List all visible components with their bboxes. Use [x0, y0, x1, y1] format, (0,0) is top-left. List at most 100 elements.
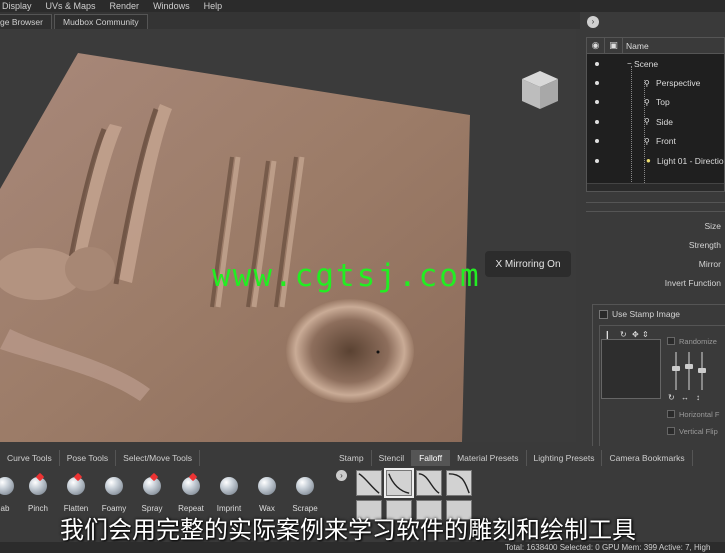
tab-stamp[interactable]: Stamp	[332, 450, 372, 466]
list-item[interactable]: ⚲ Top	[587, 93, 724, 112]
object-list-header: ◉ ▣ Name	[587, 38, 724, 54]
list-item[interactable]: − Scene	[587, 54, 724, 73]
visibility-eye-icon[interactable]: ◉	[587, 38, 605, 54]
up-down-icon[interactable]: ⇕	[642, 330, 649, 339]
visibility-dot[interactable]	[595, 139, 599, 144]
use-stamp-checkbox[interactable]	[599, 310, 608, 319]
tool-foamy[interactable]: Foamy	[97, 474, 131, 514]
camera-icon: ⚲	[644, 78, 650, 88]
slider-knob[interactable]	[698, 368, 706, 373]
visibility-dot[interactable]	[595, 119, 599, 124]
stamp-slider[interactable]	[688, 352, 690, 390]
list-item[interactable]: ⚲ Perspective	[587, 73, 724, 92]
falloff-curve-3[interactable]	[416, 470, 442, 496]
tab-select-move-tools[interactable]: Select/Move Tools	[116, 450, 200, 466]
light-icon: ●	[646, 156, 651, 166]
tab-lighting-presets[interactable]: Lighting Presets	[527, 450, 603, 466]
divider	[586, 202, 725, 203]
tool-properties: Size Strength Mirror Invert Function	[586, 217, 725, 293]
stamp-preview[interactable]	[601, 339, 661, 399]
tool-label: Pinch	[27, 504, 48, 513]
vertical-flip-label: Vertical Flip	[679, 427, 718, 436]
tool-imprint[interactable]: Imprint	[212, 474, 246, 514]
tab-falloff[interactable]: Falloff	[412, 450, 451, 466]
vertical-flip-checkbox[interactable]	[667, 427, 675, 435]
status-bar: Total: 1638400 Selected: 0 GPU Mem: 399 …	[0, 542, 725, 553]
visibility-dot[interactable]	[595, 81, 599, 86]
tool-grab[interactable]: ab	[0, 474, 22, 514]
list-item-label: Light 01 - Direction	[657, 155, 725, 166]
wax-tool-icon	[258, 477, 276, 495]
camera-icon: ⚲	[644, 136, 650, 146]
visibility-dot[interactable]	[595, 61, 599, 66]
camera-icon: ⚲	[644, 97, 650, 107]
menu-uvs-maps[interactable]: UVs & Maps	[46, 1, 96, 11]
list-item[interactable]: ⚲ Side	[587, 112, 724, 131]
rotate-icon[interactable]: ↻	[668, 393, 675, 402]
horizontal-flip-checkbox[interactable]	[667, 410, 675, 418]
imprint-tool-icon	[220, 477, 238, 495]
tool-label: ab	[0, 504, 10, 513]
expand-arrow-icon[interactable]: ›	[336, 470, 347, 481]
horizontal-flip-label: Horizontal F	[679, 410, 720, 419]
view-cube[interactable]	[520, 69, 560, 113]
falloff-curve-2[interactable]	[384, 468, 414, 498]
falloff-curve-4[interactable]	[446, 470, 472, 496]
tab-image-browser[interactable]: ge Browser	[0, 14, 52, 29]
list-item-label: Perspective	[656, 78, 701, 89]
tool-spray[interactable]: Spray	[135, 472, 169, 514]
menu-display[interactable]: Display	[2, 1, 32, 11]
3d-viewport[interactable]: www.cgtsj.com X Mirroring On	[0, 29, 576, 442]
tab-pose-tools[interactable]: Pose Tools	[60, 450, 117, 466]
column-name[interactable]: Name	[623, 41, 649, 51]
tab-material-presets[interactable]: Material Presets	[450, 450, 527, 466]
list-item-label: Front	[656, 136, 676, 147]
watermark-text: www.cgtsj.com	[212, 258, 481, 294]
menu-bar: Display UVs & Maps Render Windows Help	[0, 0, 725, 12]
tab-mudbox-community[interactable]: Mudbox Community	[54, 14, 148, 29]
camera-icon: ⚲	[644, 117, 650, 127]
status-text: Total: 1638400 Selected: 0 GPU Mem: 399 …	[505, 543, 711, 552]
video-subtitle: 我们会用完整的实际案例来学习软件的雕刻和绘制工具	[60, 516, 636, 544]
menu-render[interactable]: Render	[110, 1, 140, 11]
tab-curve-tools[interactable]: Curve Tools	[0, 450, 60, 466]
list-item-label: Scene	[634, 58, 659, 69]
stamp-slider[interactable]	[675, 352, 677, 390]
slider-knob[interactable]	[685, 364, 693, 369]
tool-scrape[interactable]: Scrape	[288, 474, 322, 514]
tool-repeat[interactable]: Repeat	[174, 472, 208, 514]
sculpt-mesh	[0, 53, 470, 442]
menu-help[interactable]: Help	[204, 1, 223, 11]
mirror-status: X Mirroring On	[485, 251, 571, 277]
slider-knob[interactable]	[672, 366, 680, 371]
lock-icon[interactable]: ▣	[605, 38, 623, 54]
tool-pinch[interactable]: Pinch	[21, 472, 55, 514]
tab-stencil[interactable]: Stencil	[372, 450, 413, 466]
horizontal-scrollbar[interactable]	[587, 183, 724, 191]
prop-strength-label: Strength	[688, 240, 721, 250]
falloff-curve-1[interactable]	[356, 470, 382, 496]
prop-invert-function-label: Invert Function	[664, 278, 721, 288]
rotate-icon[interactable]: ↻	[620, 330, 627, 339]
panel-collapse-icon[interactable]: ›	[587, 16, 599, 28]
randomize-checkbox[interactable]	[667, 337, 675, 345]
move-icon[interactable]: ✥	[632, 330, 639, 339]
scrape-tool-icon	[296, 477, 314, 495]
list-item[interactable]: ⚲ Front	[587, 132, 724, 151]
tool-flatten[interactable]: Flatten	[59, 472, 93, 514]
list-item-label: Side	[656, 116, 674, 127]
list-item[interactable]: ● Light 01 - Direction	[587, 151, 724, 170]
object-list: ◉ ▣ Name − Scene ⚲ Perspective ⚲ Top ⚲ S…	[586, 37, 725, 192]
visibility-dot[interactable]	[595, 100, 599, 105]
tab-camera-bookmarks[interactable]: Camera Bookmarks	[602, 450, 693, 466]
divider	[586, 211, 725, 212]
menu-windows[interactable]: Windows	[153, 1, 190, 11]
visibility-dot[interactable]	[595, 158, 599, 163]
stamp-small-icon[interactable]: ❙	[604, 330, 611, 339]
horizontal-arrows-icon[interactable]: ↔	[681, 393, 689, 402]
tree-collapse-icon[interactable]: −	[627, 59, 632, 68]
shelf-tabs: Curve Tools Pose Tools Select/Move Tools	[0, 450, 200, 466]
tool-wax[interactable]: Wax	[250, 474, 284, 514]
vertical-arrows-icon[interactable]: ↕	[696, 393, 700, 402]
list-item-label: Top	[656, 97, 670, 108]
